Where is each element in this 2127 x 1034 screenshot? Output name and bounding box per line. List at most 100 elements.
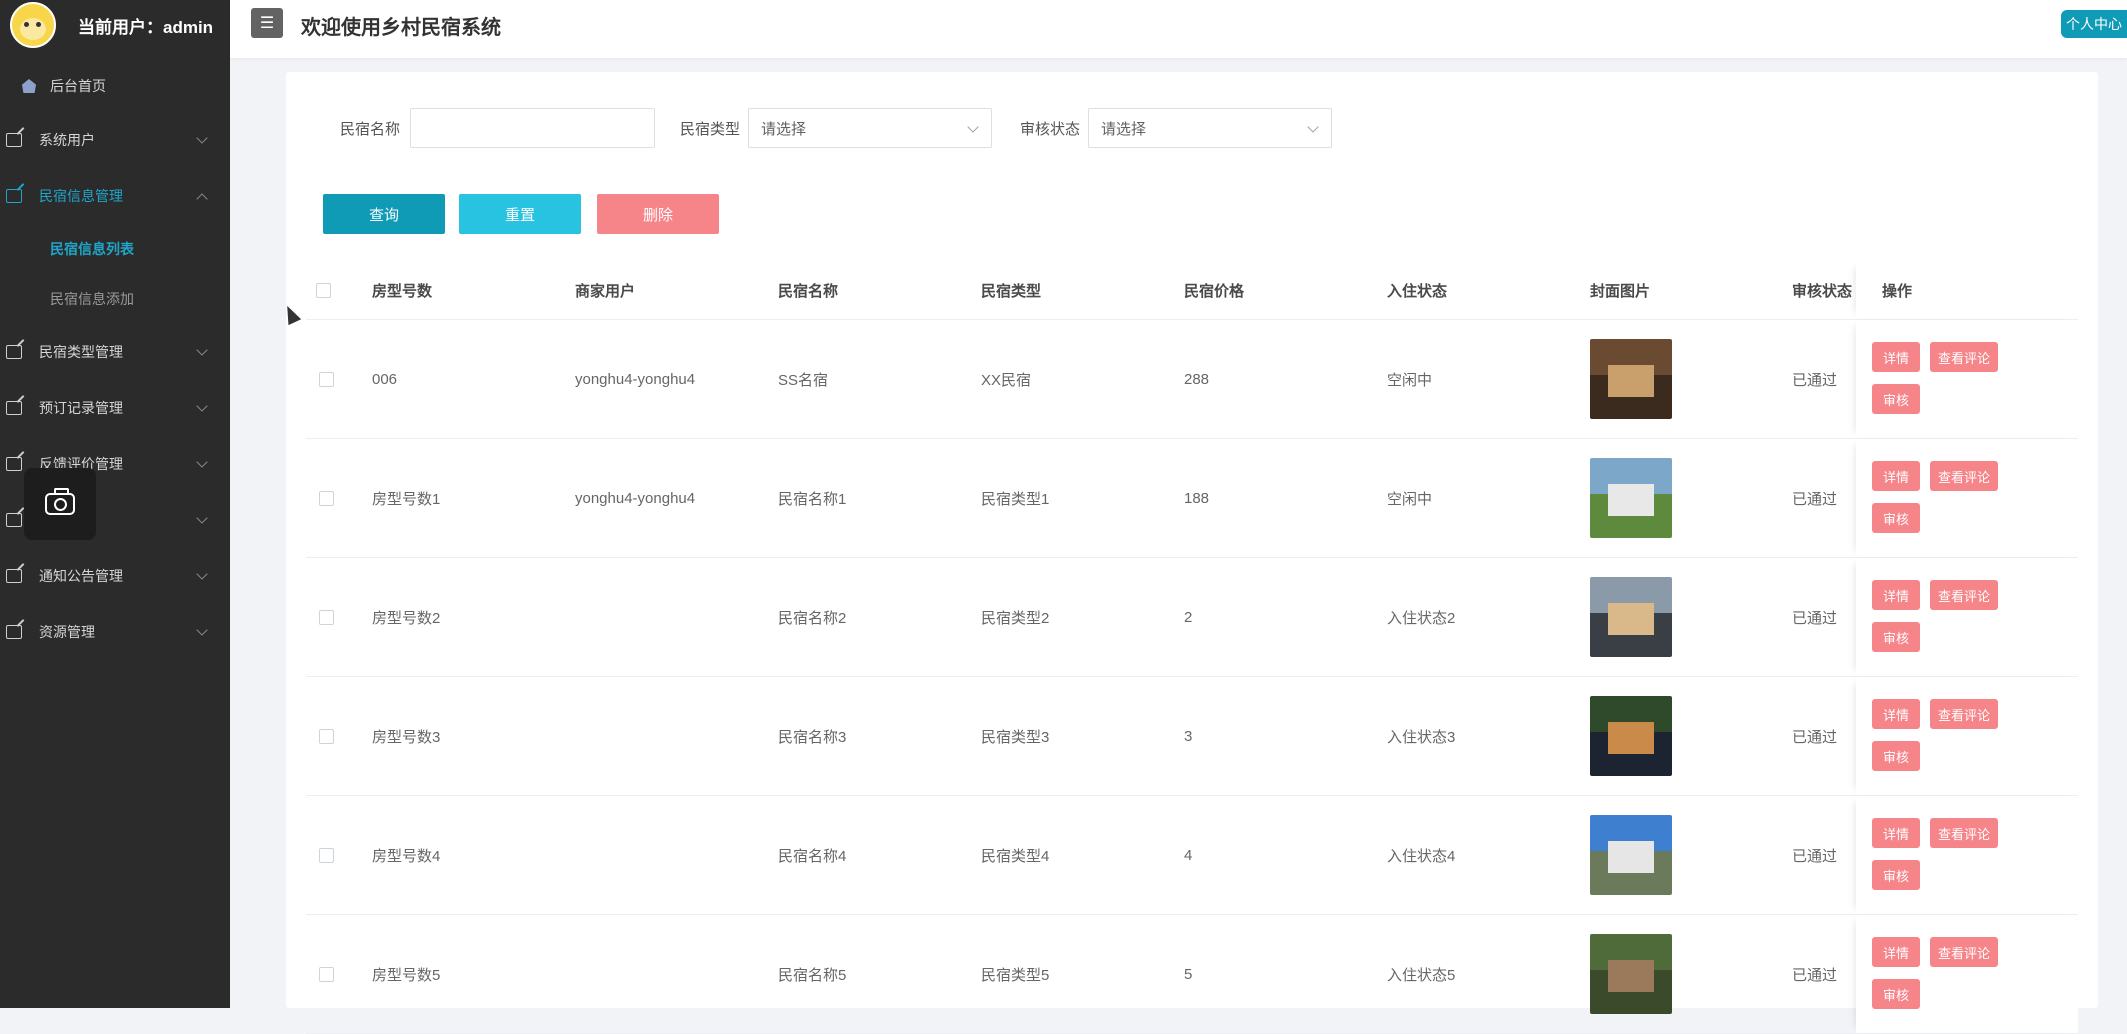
sidebar-item[interactable]: 民宿信息管理	[0, 168, 230, 224]
cell-type: 民宿类型5	[981, 966, 1050, 984]
cell-room: 房型号数4	[372, 847, 441, 865]
cell-merchant: yonghu4-yonghu4	[575, 489, 696, 507]
view-comments-button[interactable]: 查看评论	[1930, 937, 1998, 967]
home-icon	[22, 79, 36, 93]
row-checkbox[interactable]	[319, 609, 334, 625]
cell-type: 民宿类型4	[981, 847, 1050, 865]
table-row: 房型号数3 民宿名称3 民宿类型3 3 入住状态3 已通过 详情 查看评论 审核	[306, 677, 2078, 796]
filter-name-input[interactable]	[410, 108, 655, 148]
cover-image-cell	[1590, 320, 1672, 438]
audit-button[interactable]: 审核	[1872, 979, 1920, 1009]
cell-type: 民宿类型1	[981, 490, 1050, 508]
filter-type-select[interactable]: 请选择	[748, 108, 992, 148]
select-all-checkbox[interactable]	[316, 283, 331, 298]
col-header: 房型号数	[372, 283, 433, 300]
cell-price: 4	[1184, 846, 1193, 864]
edit-icon	[6, 513, 22, 527]
row-checkbox[interactable]	[319, 966, 334, 982]
view-comments-button[interactable]: 查看评论	[1930, 699, 1998, 729]
audit-button[interactable]: 审核	[1872, 384, 1920, 414]
col-header: 操作	[1882, 283, 1913, 300]
cell-occupancy: 入住状态3	[1387, 728, 1456, 746]
camera-icon	[45, 488, 75, 515]
menu-toggle-button[interactable]: ☰	[251, 8, 283, 38]
row-actions: 详情 查看评论 审核	[1872, 320, 2072, 438]
edit-icon	[6, 569, 22, 583]
sidebar-item[interactable]: 通知公告管理	[0, 548, 230, 604]
sidebar-menu: 系统用户 民宿信息管理 民宿信息列表 民宿信息添加 民宿类型管理 预订记录管理 反馈评价管理…	[0, 112, 230, 660]
query-button[interactable]: 查询	[323, 194, 445, 234]
cell-audit: 已通过	[1792, 847, 1838, 865]
row-checkbox[interactable]	[319, 371, 334, 387]
table-body: 006 yonghu4-yonghu4 SS名宿 XX民宿 288 空闲中 已通过 详情 查看评…	[306, 320, 2078, 1034]
col-header: 商家用户	[575, 283, 636, 300]
cell-occupancy: 空闲中	[1387, 490, 1433, 508]
col-header: 审核状态	[1792, 283, 1853, 300]
col-header: 入住状态	[1387, 283, 1448, 300]
cover-image-cell	[1590, 558, 1672, 676]
current-user-name: admin	[163, 17, 214, 37]
sidebar-item[interactable]: 预订记录管理	[0, 380, 230, 436]
chevron-down-icon	[196, 456, 208, 468]
select-all-checkbox-cell	[316, 262, 331, 319]
cell-type: 民宿类型2	[981, 609, 1050, 627]
sidebar-item-home[interactable]: 后台首页	[0, 60, 230, 112]
detail-button[interactable]: 详情	[1872, 818, 1920, 848]
detail-button[interactable]: 详情	[1872, 461, 1920, 491]
chevron-down-icon	[196, 568, 208, 580]
row-checkbox[interactable]	[319, 728, 334, 744]
sidebar-item-label: 民宿类型管理	[39, 344, 123, 360]
view-comments-button[interactable]: 查看评论	[1930, 818, 1998, 848]
delete-button[interactable]: 删除	[597, 194, 719, 234]
cell-room: 房型号数1	[372, 490, 441, 508]
detail-button[interactable]: 详情	[1872, 580, 1920, 610]
chevron-down-icon	[196, 400, 208, 412]
row-checkbox[interactable]	[319, 490, 334, 506]
current-user-text: 当前用户：admin	[78, 13, 213, 38]
view-comments-button[interactable]: 查看评论	[1930, 461, 1998, 491]
filter-status-placeholder: 请选择	[1101, 120, 1147, 138]
audit-button[interactable]: 审核	[1872, 622, 1920, 652]
row-actions: 详情 查看评论 审核	[1872, 677, 2072, 795]
sidebar-item[interactable]: 民宿类型管理	[0, 324, 230, 380]
cover-image-cell	[1590, 677, 1672, 795]
filter-status-select[interactable]: 请选择	[1088, 108, 1332, 148]
audit-button[interactable]: 审核	[1872, 741, 1920, 771]
cell-price: 188	[1184, 489, 1210, 507]
cell-occupancy: 入住状态5	[1387, 966, 1456, 984]
audit-button[interactable]: 审核	[1872, 860, 1920, 890]
sidebar-item-label: 后台首页	[50, 78, 106, 94]
cell-name: 民宿名称5	[778, 966, 847, 984]
avatar	[10, 2, 56, 48]
edit-icon	[6, 189, 22, 203]
sidebar-item-label: 资源管理	[39, 624, 95, 640]
profile-button[interactable]: 个人中心	[2061, 10, 2127, 38]
detail-button[interactable]: 详情	[1872, 937, 1920, 967]
audit-button[interactable]: 审核	[1872, 503, 1920, 533]
cover-image-cell	[1590, 439, 1672, 557]
cover-image	[1590, 815, 1672, 895]
cover-image-cell	[1590, 796, 1672, 914]
sidebar-item[interactable]: 资源管理	[0, 604, 230, 660]
view-comments-button[interactable]: 查看评论	[1930, 342, 1998, 372]
sidebar-subitem[interactable]: 民宿信息列表	[0, 224, 230, 274]
view-comments-button[interactable]: 查看评论	[1930, 580, 1998, 610]
reset-button[interactable]: 重置	[459, 194, 581, 234]
chevron-down-icon	[967, 121, 979, 133]
chevron-down-icon	[196, 132, 208, 144]
row-checkbox[interactable]	[319, 847, 334, 863]
cover-image-cell	[1590, 915, 1672, 1033]
cover-image	[1590, 458, 1672, 538]
detail-button[interactable]: 详情	[1872, 699, 1920, 729]
screenshot-overlay[interactable]	[24, 468, 96, 540]
row-actions: 详情 查看评论 审核	[1872, 558, 2072, 676]
edit-icon	[6, 401, 22, 415]
current-user-label: 当前用户：	[78, 17, 163, 37]
filter-status-label: 审核状态	[1020, 121, 1081, 138]
sidebar-item[interactable]: 系统用户	[0, 112, 230, 168]
row-actions: 详情 查看评论 审核	[1872, 796, 2072, 914]
cover-image	[1590, 339, 1672, 419]
table-row: 房型号数1 yonghu4-yonghu4 民宿名称1 民宿类型1 188 空闲中 已通过 详…	[306, 439, 2078, 558]
sidebar-subitem[interactable]: 民宿信息添加	[0, 274, 230, 324]
detail-button[interactable]: 详情	[1872, 342, 1920, 372]
